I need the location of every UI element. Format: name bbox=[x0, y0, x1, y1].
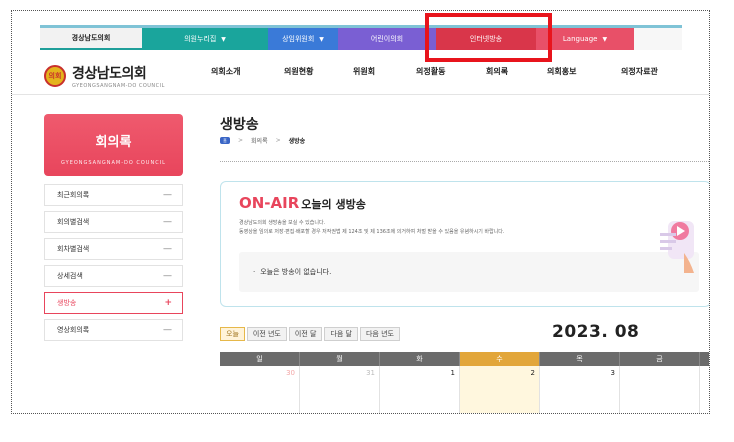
video-player-illustration-icon bbox=[660, 221, 694, 273]
caret-down-icon: ▼ bbox=[319, 35, 324, 43]
weekday-sunday: 일 bbox=[220, 352, 300, 366]
gnb-item-archive[interactable]: 의정자료관 bbox=[621, 66, 658, 77]
page-canvas: 경상남도의회 의원누리집 ▼ 상임위원회 ▼ 어린이의회 인터넷방송 Languag… bbox=[12, 11, 709, 413]
topbar-committee-label: 상임위원회 bbox=[282, 35, 315, 43]
sidebar-item-detail-search[interactable]: 상세검색 — bbox=[44, 265, 183, 287]
calendar-month-title: 2023. 08 bbox=[552, 322, 640, 342]
no-broadcast-message-box: · 오늘은 방송이 없습니다. bbox=[239, 252, 699, 292]
caret-down-icon: ▼ bbox=[602, 35, 608, 43]
topbar-kids-council-label: 어린이의회 bbox=[370, 35, 404, 43]
topbar-committee-menu[interactable]: 상임위원회 ▼ bbox=[268, 28, 338, 50]
annotation-highlight-box bbox=[425, 13, 552, 62]
weekday-wednesday: 수 bbox=[460, 352, 540, 366]
breadcrumb-separator-icon: > bbox=[238, 137, 244, 144]
calendar-day-cell[interactable] bbox=[620, 366, 700, 413]
topbar-language-label: Language bbox=[562, 35, 598, 43]
calendar-weekday-header: 일 월 화 수 목 금 bbox=[220, 352, 709, 366]
calendar-next-year-button[interactable]: 다음 년도 bbox=[359, 327, 400, 341]
gnb-item-pr[interactable]: 의회홍보 bbox=[547, 66, 576, 77]
onair-notice-line1: 경상남도의회 생방송을 보실 수 있습니다. bbox=[239, 220, 326, 226]
calendar-prev-month-button[interactable]: 이전 달 bbox=[288, 327, 323, 341]
calendar-prev-year-button[interactable]: 이전 년도 bbox=[246, 327, 287, 341]
screenshot-frame: 경상남도의회 의원누리집 ▼ 상임위원회 ▼ 어린이의회 인터넷방송 Languag… bbox=[11, 10, 710, 414]
plus-icon: + bbox=[164, 298, 172, 308]
sidebar-subtitle: GYEONGSANGNAM-DO COUNCIL bbox=[61, 160, 166, 166]
home-icon[interactable]: 홈 bbox=[220, 137, 230, 144]
main-navigation: 의회소개 의원현황 위원회 의정활동 회의록 의회홍보 의정자료관 bbox=[12, 66, 709, 80]
topbar-home-label: 경상남도의회 bbox=[71, 34, 111, 42]
minus-icon: — bbox=[163, 244, 172, 254]
onair-title: 오늘의 생방송 bbox=[301, 198, 366, 211]
sidebar-menu: 최근회의록 — 회의별검색 — 회차별검색 — 상세검색 — 생방송 + 영상회의록 — bbox=[44, 184, 183, 346]
breadcrumb-current: 생방송 bbox=[288, 138, 306, 145]
onair-heading: ON-AIR 오늘의 생방송 bbox=[239, 194, 366, 212]
sidebar-title: 회의록 bbox=[95, 135, 132, 150]
breadcrumb-separator-icon: > bbox=[275, 137, 281, 144]
onair-label: ON-AIR bbox=[239, 194, 300, 212]
sidebar-item-label: 상세검색 bbox=[57, 272, 83, 280]
sidebar-item-label: 최근회의록 bbox=[57, 191, 90, 199]
bullet-icon: · bbox=[253, 268, 256, 276]
top-site-bar: 경상남도의회 의원누리집 ▼ 상임위원회 ▼ 어린이의회 인터넷방송 Languag… bbox=[40, 28, 682, 50]
calendar-day-cell-today[interactable]: 2 bbox=[460, 366, 540, 413]
calendar-day-cell[interactable]: 31 bbox=[300, 366, 380, 413]
minus-icon: — bbox=[163, 190, 172, 200]
topbar-home-link[interactable]: 경상남도의회 bbox=[40, 28, 142, 50]
sidebar-item-label: 영상회의록 bbox=[57, 326, 90, 334]
weekday-friday: 금 bbox=[620, 352, 700, 366]
sidebar-item-session-search[interactable]: 회차별검색 — bbox=[44, 238, 183, 260]
calendar-next-month-button[interactable]: 다음 달 bbox=[324, 327, 358, 341]
onair-panel: ON-AIR 오늘의 생방송 경상남도의회 생방송을 보실 수 있습니다. 동영… bbox=[220, 181, 709, 307]
minus-icon: — bbox=[163, 217, 172, 227]
calendar-navigation: 오늘 이전 년도 이전 달 다음 달 다음 년도 bbox=[220, 327, 400, 341]
weekday-thursday: 목 bbox=[540, 352, 620, 366]
topbar-kids-council-link[interactable]: 어린이의회 bbox=[338, 28, 436, 50]
gnb-item-minutes[interactable]: 회의록 bbox=[486, 66, 508, 77]
breadcrumb-minutes[interactable]: 회의록 bbox=[251, 136, 268, 145]
sidebar-item-label: 회차별검색 bbox=[57, 245, 90, 253]
breadcrumb: 홈 > 회의록 > 생방송 bbox=[220, 136, 305, 145]
calendar-day-cell[interactable]: 3 bbox=[540, 366, 620, 413]
sidebar-title-card: 회의록 GYEONGSANGNAM-DO COUNCIL bbox=[44, 114, 183, 176]
caret-down-icon: ▼ bbox=[221, 35, 226, 43]
weekday-tuesday: 화 bbox=[380, 352, 460, 366]
sidebar-item-recent-minutes[interactable]: 최근회의록 — bbox=[44, 184, 183, 206]
logo-subtitle: GYEONGSANGNAM-DO COUNCIL bbox=[72, 83, 165, 89]
gnb-item-members[interactable]: 의원현황 bbox=[284, 66, 313, 77]
topbar-blank-segment bbox=[634, 28, 682, 50]
sidebar-item-meeting-search[interactable]: 회의별검색 — bbox=[44, 211, 183, 233]
gnb-item-committees[interactable]: 위원회 bbox=[353, 66, 375, 77]
sidebar-item-label: 생방송 bbox=[57, 299, 77, 307]
sidebar-item-label: 회의별검색 bbox=[57, 218, 90, 226]
page-title: 생방송 bbox=[220, 117, 259, 133]
sidebar-item-video-minutes[interactable]: 영상회의록 — bbox=[44, 319, 183, 341]
calendar-day-cell[interactable]: 1 bbox=[380, 366, 460, 413]
calendar-week-row: 30 31 1 2 3 bbox=[220, 366, 709, 413]
sidebar-item-live-broadcast[interactable]: 생방송 + bbox=[44, 292, 183, 314]
no-broadcast-message: 오늘은 방송이 없습니다. bbox=[260, 268, 332, 276]
topbar-member-site-label: 의원누리집 bbox=[184, 35, 217, 43]
minus-icon: — bbox=[163, 271, 172, 281]
calendar-today-button[interactable]: 오늘 bbox=[220, 327, 245, 341]
gnb-item-about[interactable]: 의회소개 bbox=[211, 66, 240, 77]
minus-icon: — bbox=[163, 325, 172, 335]
header-divider bbox=[12, 94, 709, 95]
onair-notice-line2: 동영상을 임의로 저장·편집·배포할 경우 저작권법 제 124조 및 제 13… bbox=[239, 229, 505, 235]
calendar-day-cell[interactable]: 30 bbox=[220, 366, 300, 413]
gnb-item-activities[interactable]: 의정활동 bbox=[416, 66, 445, 77]
topbar-member-site-menu[interactable]: 의원누리집 ▼ bbox=[142, 28, 268, 50]
weekday-monday: 월 bbox=[300, 352, 380, 366]
title-divider bbox=[220, 161, 709, 162]
